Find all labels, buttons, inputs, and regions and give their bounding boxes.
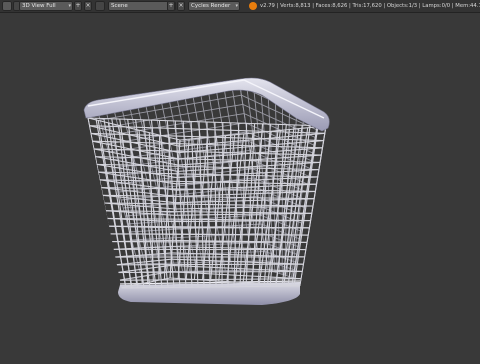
info-header: 3D View Full ▾ + × Scene + × Cycles Rend… <box>0 0 480 13</box>
screen-layout-selector[interactable]: 3D View Full ▾ <box>19 1 73 11</box>
delete-scene-button[interactable]: × <box>177 1 185 11</box>
basket-base <box>118 282 300 305</box>
add-layout-button[interactable]: + <box>74 1 82 11</box>
wire-basket-model[interactable] <box>0 13 480 360</box>
scene-icon[interactable] <box>95 1 105 11</box>
screen-layout-label: 3D View Full <box>22 3 56 9</box>
grid-icon[interactable] <box>2 1 12 11</box>
add-scene-button[interactable]: + <box>167 1 175 11</box>
scene-label: Scene <box>111 3 128 9</box>
chevron-icon: ▾ <box>235 1 238 11</box>
render-engine-selector[interactable]: Cycles Render ▾ <box>188 1 240 11</box>
delete-layout-button[interactable]: × <box>84 1 92 11</box>
scene-selector[interactable]: Scene <box>108 1 176 11</box>
chevron-icon: ▾ <box>68 1 71 11</box>
front-horizontal-wire <box>116 264 304 265</box>
blender-logo-icon <box>249 2 257 10</box>
render-engine-label: Cycles Render <box>191 3 230 9</box>
scene-statistics: v2.79 | Verts:8,813 | Faces:8,626 | Tris… <box>260 0 480 12</box>
3d-viewport[interactable] <box>0 13 480 360</box>
